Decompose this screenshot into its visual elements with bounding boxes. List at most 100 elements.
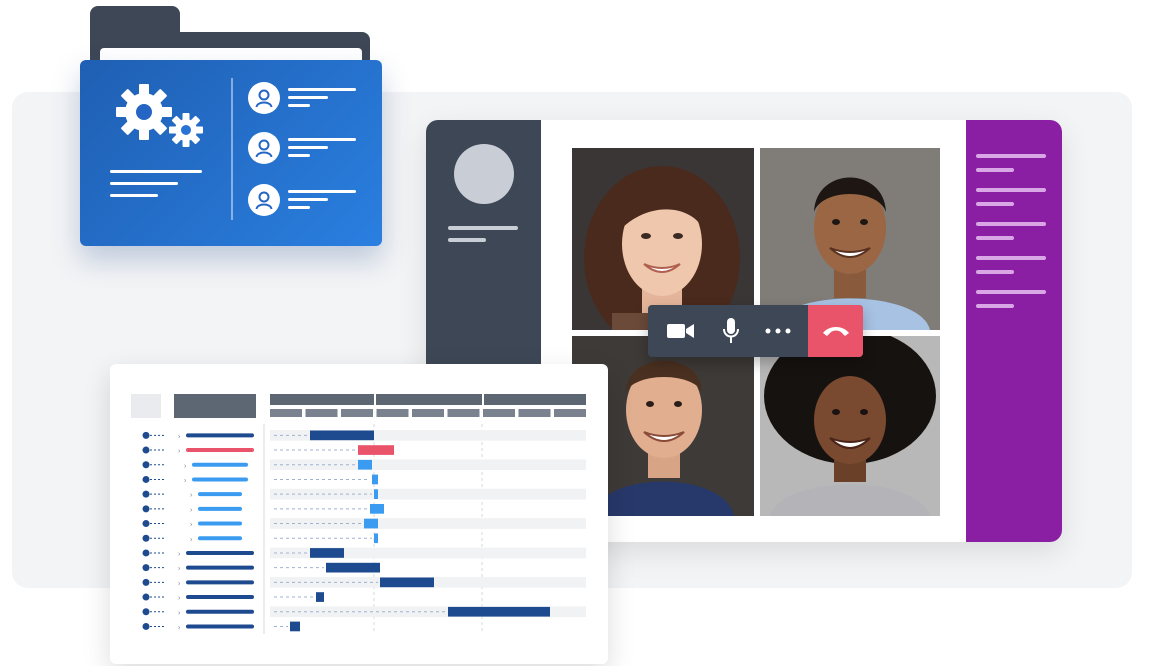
folder-text-line [110,170,202,173]
gantt-row-node [142,534,150,542]
participant-tile[interactable] [760,336,940,516]
chat-text-line [976,202,1014,206]
folder-user-item[interactable] [248,184,368,218]
illustration-stage: › › › › › › › › › › › › › › [0,0,1151,666]
gantt-timeline-subheader [554,409,586,417]
user-text-line [288,206,310,209]
gantt-task-label [186,595,254,600]
participant-tile[interactable] [572,148,754,330]
gantt-expand-icon: › [190,492,193,499]
gantt-expand-icon: › [184,463,187,470]
user-text-line [288,138,356,141]
chat-text-line [976,168,1014,172]
gantt-expand-icon: › [178,551,181,558]
gantt-row-node [142,431,150,439]
gears-icon [116,84,203,147]
gantt-bar [358,459,372,470]
gantt-timeline-subheader [518,409,551,417]
more-dots-icon [765,328,791,334]
gantt-task-label [186,609,254,614]
chat-text-line [976,236,1014,240]
call-controls-bar [648,305,863,357]
video-camera-icon [667,324,694,338]
gantt-task-label [186,624,254,629]
gantt-timeline-header [270,394,374,405]
mic-button[interactable] [710,305,752,357]
gantt-bar [374,533,378,544]
gantt-timeline-subheader [483,409,515,417]
gantt-row-node [142,446,150,454]
gantt-row-node [142,490,150,498]
gantt-task-label [186,448,254,453]
gantt-row-node [142,505,150,513]
user-text-line [288,154,310,157]
gantt-bar [372,474,378,485]
hang-up-icon [822,327,849,336]
gantt-bar [374,489,378,499]
gantt-bar [364,518,378,529]
gantt-bar [370,504,384,514]
gantt-task-label [186,580,254,585]
more-options-button[interactable] [754,305,802,357]
gantt-row-node [142,608,150,616]
microphone-icon [723,318,739,343]
gantt-bar [310,430,374,441]
gantt-header-cell [174,394,256,418]
gantt-chart: › › › › › › › › › › › › › › [131,394,586,634]
gantt-expand-icon: › [190,536,193,543]
chat-text-line [976,222,1046,226]
gantt-task-label [198,521,242,526]
gantt-timeline-header [376,394,482,405]
gantt-task-label [186,433,254,438]
gantt-task-label [192,462,248,467]
folder-divider [231,78,233,220]
sidebar-text-line [448,238,486,242]
folder-user-item[interactable] [248,132,368,166]
folder-text-line [110,182,178,185]
gantt-task-label [198,536,242,541]
chat-text-line [976,304,1014,308]
gantt-timeline-subheader [412,409,444,417]
gantt-header-cell [131,394,161,418]
gantt-bar [326,562,380,573]
chat-text-line [976,270,1014,274]
gantt-row-node [142,549,150,557]
call-sidebar-right [966,120,1062,542]
gantt-expand-icon: › [178,595,181,602]
gantt-row-node [142,564,150,572]
gantt-row-node [142,578,150,586]
gantt-expand-icon: › [178,448,181,455]
gantt-task-label [186,565,254,570]
user-text-line [288,96,328,99]
user-text-line [288,198,328,201]
gantt-timeline-subheader [376,409,409,417]
user-text-line [288,190,356,193]
user-text-line [288,88,356,91]
gantt-expand-icon: › [190,522,193,529]
gantt-row-node [142,475,150,483]
avatar[interactable] [454,144,514,204]
camera-button[interactable] [652,305,710,357]
sidebar-text-line [448,226,518,230]
user-icon [248,184,280,216]
end-call-button[interactable] [808,305,863,357]
chat-text-line [976,256,1046,260]
user-text-line [288,104,310,107]
gantt-bar [316,592,324,602]
gantt-timeline-subheader [270,409,302,417]
participant-tile[interactable] [760,148,940,330]
gantt-row-node [142,593,150,601]
gantt-row-node [142,520,150,528]
chat-text-line [976,188,1046,192]
gantt-timeline-subheader [305,409,338,417]
gantt-timeline-subheader [447,409,480,417]
participant-photo [572,148,754,330]
gantt-task-label [186,550,254,555]
folder-user-item[interactable] [248,82,368,116]
gantt-expand-icon: › [184,477,187,484]
gantt-task-label [198,492,242,497]
user-icon [248,132,280,164]
gantt-chart-panel: › › › › › › › › › › › › › › [110,364,608,664]
gantt-expand-icon: › [178,610,181,617]
gantt-task-label [198,506,242,511]
